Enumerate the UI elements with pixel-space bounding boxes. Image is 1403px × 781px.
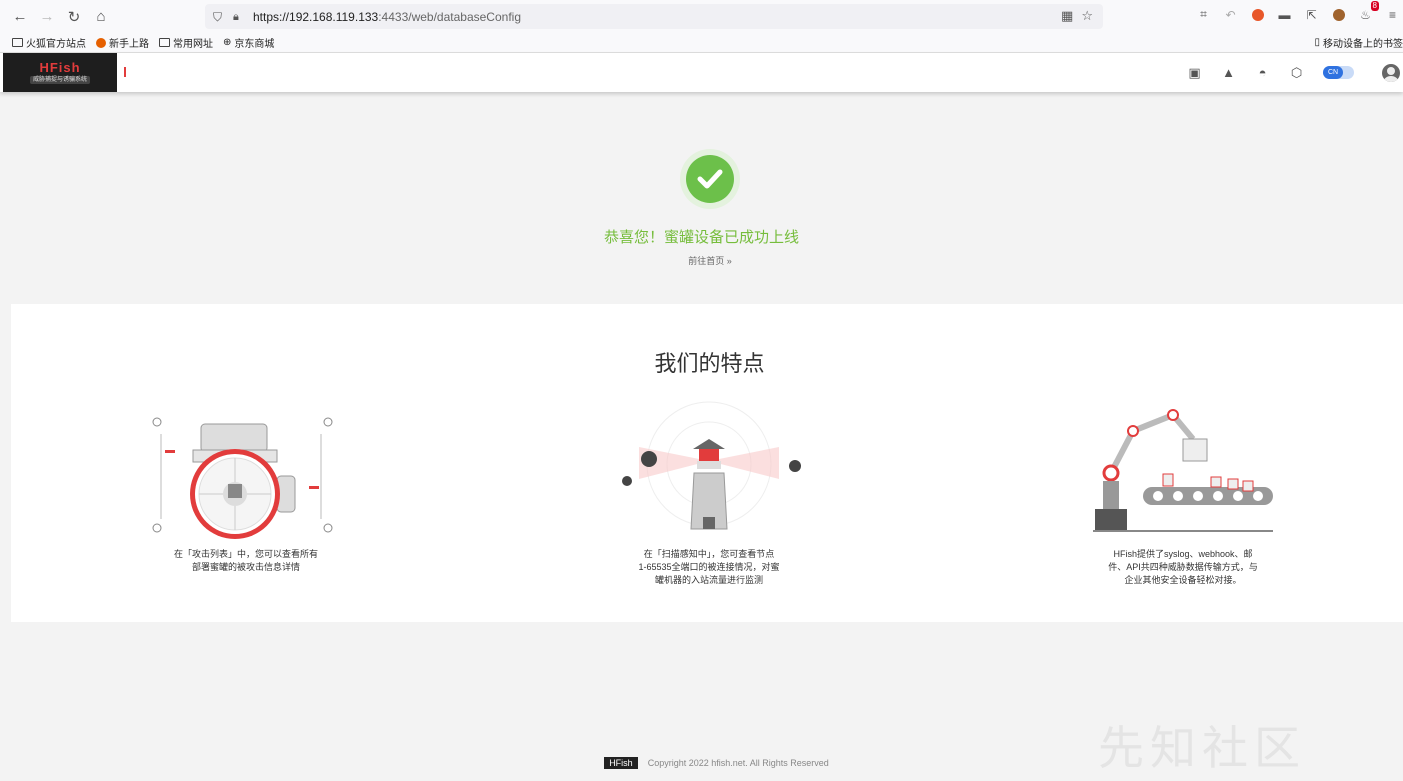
rocket-icon[interactable]: ▲ — [1221, 65, 1236, 80]
bookmark-item[interactable]: 新手上路 — [96, 35, 149, 50]
forward-arrow-icon[interactable]: → — [36, 6, 58, 28]
menu-icon[interactable]: ≡ — [1384, 6, 1401, 23]
bookmarks-bar: 火狐官方站点 新手上路 常用网址 ⊕ 京东商城 ▯ 移动设备上的书签 — [0, 33, 1403, 53]
hexagon-settings-icon[interactable]: ⬡ — [1289, 65, 1304, 80]
feature-1-line2: 部署蜜罐的被攻击信息详情 — [191, 562, 300, 572]
back-arrow-icon[interactable]: ← — [9, 6, 31, 28]
bookmark-folder[interactable]: 常用网址 — [159, 35, 213, 50]
language-label: CN — [1323, 66, 1343, 79]
url-host: https://192.168.119.133 — [253, 9, 379, 24]
firefox-icon — [96, 37, 106, 48]
feature-3-line2: 件、API共四种威胁数据传输方式，与 — [1108, 562, 1258, 572]
address-bar[interactable]: ⛉ 🔒︎ https://192.168.119.133:4433/web/da… — [205, 4, 1103, 29]
check-icon — [697, 169, 723, 189]
success-icon — [680, 149, 740, 209]
mobile-bookmarks-label: 移动设备上的书签 — [1323, 39, 1403, 50]
bookmark-label: 火狐官方站点 — [26, 39, 86, 50]
success-message: 恭喜您！蜜罐设备已成功上线 — [603, 229, 799, 246]
logo-subtitle: 威胁捕捉与诱骗系统 — [29, 76, 90, 84]
feature-3-line1: HFish提供了syslog、webhook、邮 — [1113, 549, 1253, 559]
browser-toolbar: ← → ↻ ⌂ ⛉ 🔒︎ https://192.168.119.133:443… — [0, 0, 1403, 33]
crop-icon[interactable]: ⌗ — [1195, 6, 1212, 23]
mobile-icon: ▯ — [1314, 37, 1320, 48]
home-icon[interactable]: ⌂ — [90, 6, 112, 28]
features-title: 我们的特点 — [654, 351, 765, 376]
watermark-text: 先知社区 — [1098, 721, 1306, 775]
reload-icon[interactable]: ↻ — [63, 6, 85, 28]
share-icon[interactable]: ⇱ — [1303, 6, 1320, 23]
globe-icon: ⊕ — [223, 37, 232, 48]
folder-icon — [159, 38, 170, 47]
integration-illustration — [1093, 409, 1273, 532]
feature-2-line3: 罐机器的入站流量进行监测 — [654, 575, 763, 585]
folder-icon — [12, 38, 23, 47]
undo-icon[interactable]: ↶ — [1222, 6, 1239, 23]
feature-1-text: 在「攻击列表」中，您可以查看所有 部署蜜罐的被攻击信息详情 — [151, 548, 341, 574]
feature-3-line3: 企业其他安全设备轻松对接。 — [1124, 575, 1242, 585]
feature-2-line1: 在「扫描感知中」，您可查看节点 — [643, 549, 775, 559]
bookmark-label: 京东商城 — [234, 39, 275, 50]
lock-icon[interactable]: 🔒︎ — [233, 11, 245, 23]
feature-2-line2: 1-65535全端口的被连接情况，对蜜 — [638, 562, 780, 572]
bookmark-label: 新手上路 — [109, 39, 149, 50]
menu-indicator — [124, 67, 126, 77]
wechat-icon[interactable]: ◓ — [1255, 65, 1270, 80]
goto-home-link[interactable]: 前往首页 » — [0, 254, 1403, 267]
feature-2-text: 在「扫描感知中」，您可查看节点 1-65535全端口的被连接情况，对蜜 罐机器的… — [609, 548, 809, 587]
bookmark-label: 常用网址 — [173, 39, 213, 50]
extension-orange-icon[interactable] — [1249, 6, 1266, 23]
document-icon[interactable]: ▣ — [1187, 65, 1202, 80]
tracking-shield-icon[interactable]: ⛉ — [213, 10, 227, 24]
url-path: :4433/web/databaseConfig — [378, 9, 521, 24]
attack-list-illustration — [152, 417, 333, 539]
footer-brand: HFish — [604, 757, 638, 769]
hfish-logo[interactable]: HFish 威胁捕捉与诱骗系统 — [3, 53, 117, 92]
logo-title: HFish — [39, 60, 81, 75]
user-avatar[interactable] — [1382, 64, 1400, 82]
success-check-circle — [686, 155, 734, 203]
star-bookmark-icon[interactable]: ☆ — [1081, 8, 1093, 24]
qr-code-icon[interactable]: ▦ — [1061, 8, 1073, 24]
app-header: HFish 威胁捕捉与诱骗系统 ▣ ▲ ◓ ⬡ CN — [0, 53, 1403, 92]
scan-sensing-illustration — [622, 401, 801, 530]
features-section: 我们的特点 在「攻击列表」中，您可以查看所有 部署蜜罐的被攻击信息详情 在「扫描… — [11, 304, 1403, 622]
bookmark-folder[interactable]: 火狐官方站点 — [12, 35, 86, 50]
footer-copyright: Copyright 2022 hfish.net. All Rights Res… — [647, 758, 829, 768]
url-text[interactable]: https://192.168.119.133:4433/web/databas… — [253, 10, 521, 24]
cookie-icon[interactable] — [1330, 6, 1347, 23]
feature-3-text: HFish提供了syslog、webhook、邮 件、API共四种威胁数据传输方… — [1083, 548, 1283, 587]
bookmark-item[interactable]: ⊕ 京东商城 — [223, 35, 274, 50]
feature-1-line1: 在「攻击列表」中，您可以查看所有 — [173, 549, 318, 559]
mobile-bookmarks[interactable]: ▯ 移动设备上的书签 — [1314, 35, 1403, 50]
notification-icon[interactable]: ♨ 8 — [1357, 1, 1379, 23]
notification-badge: 8 — [1370, 1, 1379, 11]
language-toggle[interactable]: CN — [1323, 66, 1354, 79]
hat-icon[interactable]: ▬ — [1276, 6, 1293, 23]
